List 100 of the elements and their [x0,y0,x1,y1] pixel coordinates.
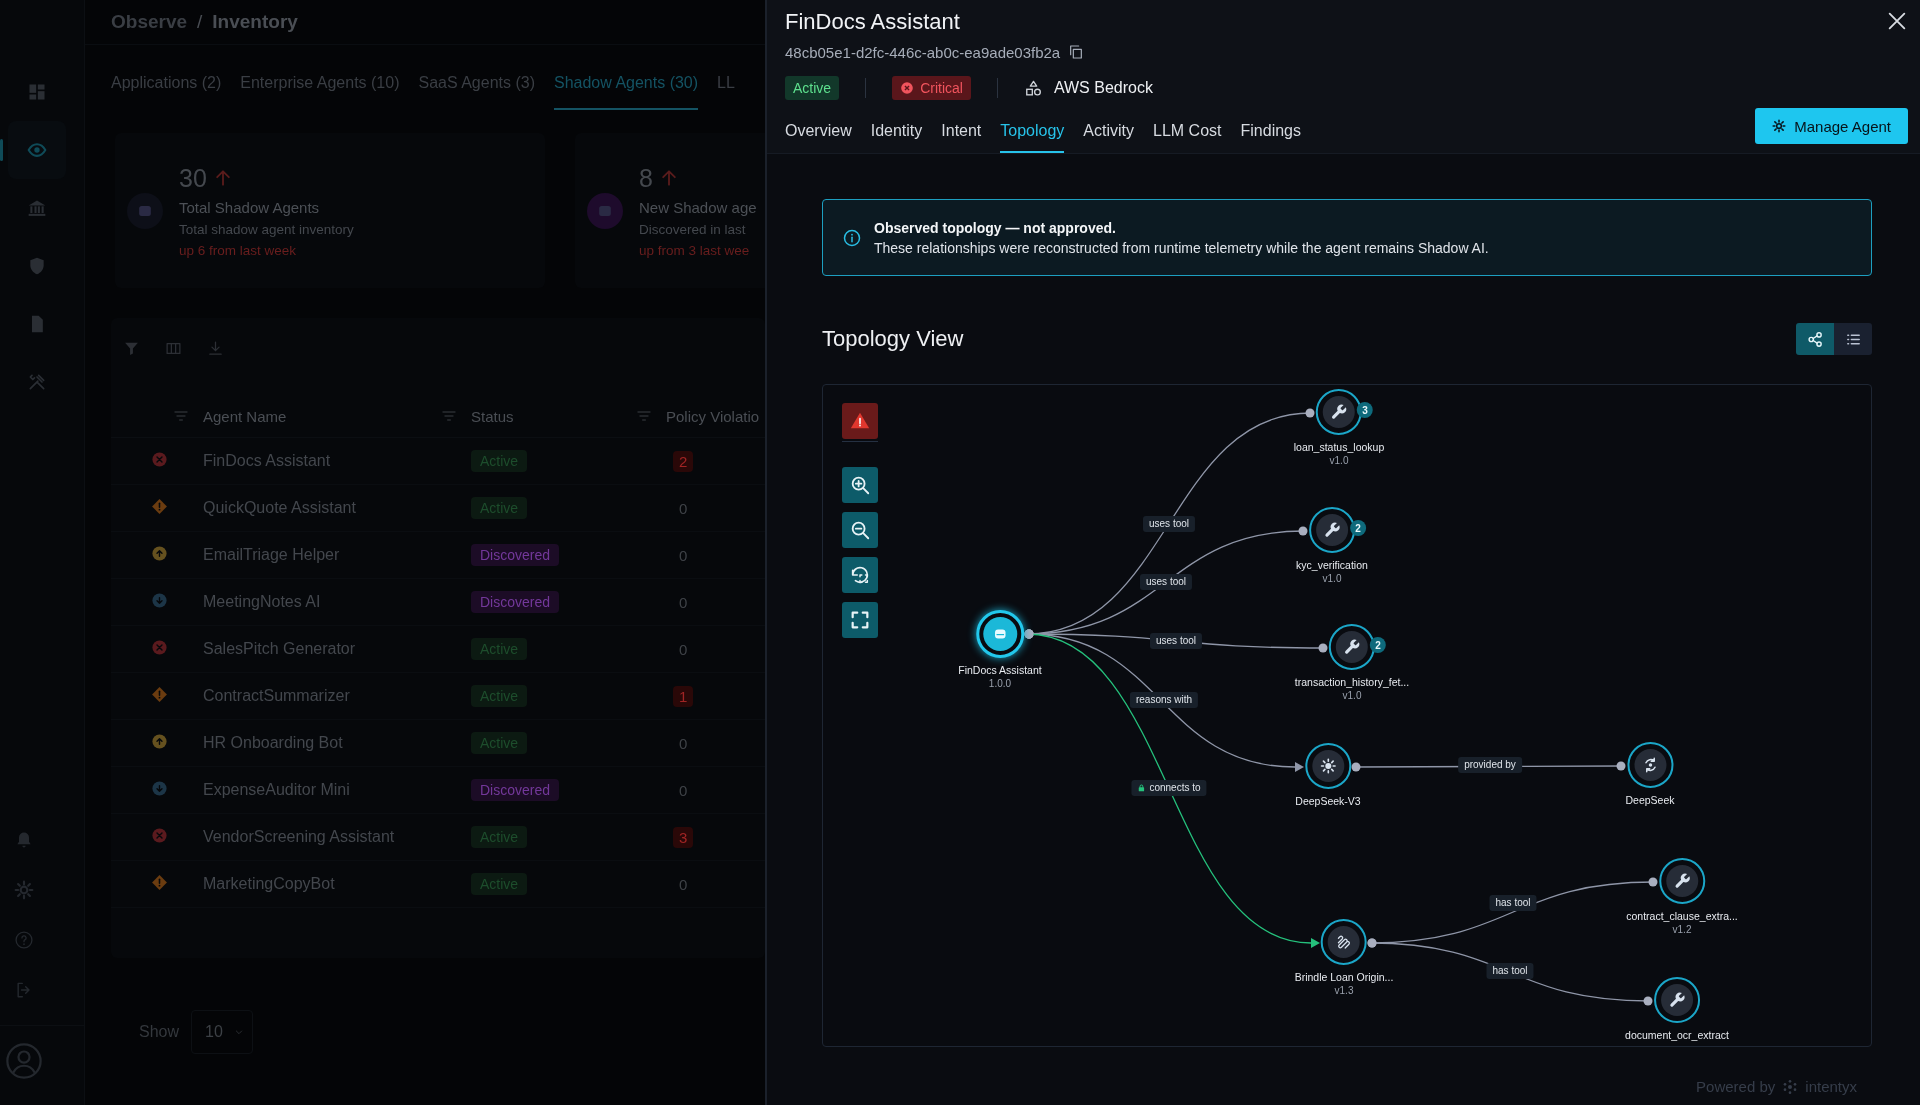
section-title: Topology View [822,326,964,352]
column-header: Agent Name [203,407,287,425]
close-icon [1886,10,1908,32]
app-node[interactable] [1321,919,1367,965]
tab[interactable]: Applications (2) [111,70,222,110]
tab[interactable]: Enterprise Agents (10) [240,70,400,110]
down-icon [151,591,168,609]
tab[interactable]: LLM Cost [1153,119,1222,153]
filter-icon[interactable] [123,340,140,357]
edge-label-text: uses tool [1156,635,1196,647]
stat-subtitle: Discovered in last [639,221,747,237]
tab[interactable]: Shadow Agents (30) [554,70,699,110]
agent-name[interactable]: VendorScreening Assistant [203,828,471,846]
tab[interactable]: Identity [870,119,923,153]
violation-count: 0 [679,875,688,893]
provider-node[interactable] [1627,742,1673,788]
stat-title: Total Shadow Agents [179,198,321,216]
wrench-icon [1343,638,1361,656]
tab[interactable]: Intent [941,119,982,153]
agent-name[interactable]: MeetingNotes AI [203,593,471,611]
stat-subtitle: Total shadow agent inventory [179,221,354,237]
close-button[interactable] [1886,10,1908,32]
page-size-select[interactable]: 10 [191,1010,254,1054]
bank-icon [27,198,47,218]
tool-node[interactable] [1659,858,1705,904]
tab[interactable]: Overview [785,119,852,153]
dashboard-icon [27,82,47,102]
nav-item[interactable] [8,121,66,179]
agent-name[interactable]: MarketingCopyBot [203,875,471,893]
wrench-icon [1330,403,1348,421]
count-badge: 3 [1357,402,1373,418]
status-badge: Active [785,76,840,100]
breadcrumb-link[interactable]: Observe [111,11,188,33]
status-badge: Discovered [471,544,560,566]
notice-title: Observed topology — not approved. [874,219,1117,236]
tab[interactable]: LL [717,70,735,110]
manage-agent-button[interactable]: Manage Agent [1755,108,1908,144]
edge-label-text: has tool [1495,897,1531,909]
platform-label: AWS Bedrock [1053,79,1153,97]
wrench-icon [1323,521,1341,539]
agent-name[interactable]: QuickQuote Assistant [203,499,471,517]
error-icon [151,638,168,656]
reset-button[interactable] [842,557,878,593]
tool-node[interactable] [1316,389,1362,435]
risk-label: Critical [920,80,963,96]
edge-label-text: reasons with [1135,694,1193,706]
chevron-down-icon [234,1028,243,1036]
warning-icon [151,873,168,891]
drawer-title: FinDocs Assistant [785,8,960,36]
gear-icon [1772,119,1787,133]
tab[interactable]: Topology [1000,119,1065,153]
node-label: DeepSeek [1625,794,1675,807]
violation-count-badge: 3 [673,826,694,848]
edge-label-text: connects to [1149,782,1201,794]
brand-name: intentyx [1805,1078,1857,1095]
breadcrumb-separator: / [197,11,203,33]
stat-value: 30 [179,163,207,193]
fit-button[interactable] [842,602,878,638]
tool-node[interactable] [1309,507,1355,553]
zoom-in-button[interactable] [842,467,878,503]
count-badge: 2 [1350,520,1366,536]
error-icon [151,450,168,468]
tab[interactable]: Findings [1240,119,1301,153]
info-icon [843,228,861,247]
agent-name[interactable]: SalesPitch Generator [203,640,471,658]
warning-icon [151,497,168,515]
sun-icon [1319,757,1337,775]
graph-view-button[interactable] [1796,323,1834,355]
wrench-icon [1673,872,1691,890]
edge-label-text: uses tool [1149,518,1189,530]
lock-icon [1137,784,1146,792]
page-title: Inventory [212,11,298,33]
tab[interactable]: Activity [1083,119,1135,153]
node-label: FinDocs Assistant [958,664,1042,677]
list-view-button[interactable] [1834,323,1872,355]
node-version: v1.0 [1322,572,1342,585]
error-icon [151,826,168,844]
tab[interactable]: SaaS Agents (3) [418,70,535,110]
tool-node[interactable] [1654,977,1700,1023]
download-icon[interactable] [207,340,224,357]
violation-count: 0 [679,593,688,611]
agent-name[interactable]: ExpenseAuditor Mini [203,781,471,799]
copy-icon[interactable] [1068,44,1085,60]
node-label: Brindle Loan Origin... [1294,971,1394,984]
agent-name[interactable]: ContractSummarizer [203,687,471,705]
up-icon [151,732,168,750]
zoom-out-button[interactable] [842,512,878,548]
model-node[interactable] [1305,743,1351,789]
tool-node[interactable] [1329,624,1375,670]
columns-icon[interactable] [165,340,182,357]
stat-value: 8 [639,163,653,193]
warning-icon [151,685,168,703]
violation-count-badge: 1 [673,685,694,707]
violation-count: 0 [679,499,688,517]
alert-button[interactable] [842,403,878,439]
agent-name[interactable]: EmailTriage Helper [203,546,471,564]
node-label: DeepSeek-V3 [1295,795,1361,808]
agent-name[interactable]: HR Onboarding Bot [203,734,471,752]
agent-node[interactable] [976,610,1024,658]
agent-name[interactable]: FinDocs Assistant [203,452,471,470]
